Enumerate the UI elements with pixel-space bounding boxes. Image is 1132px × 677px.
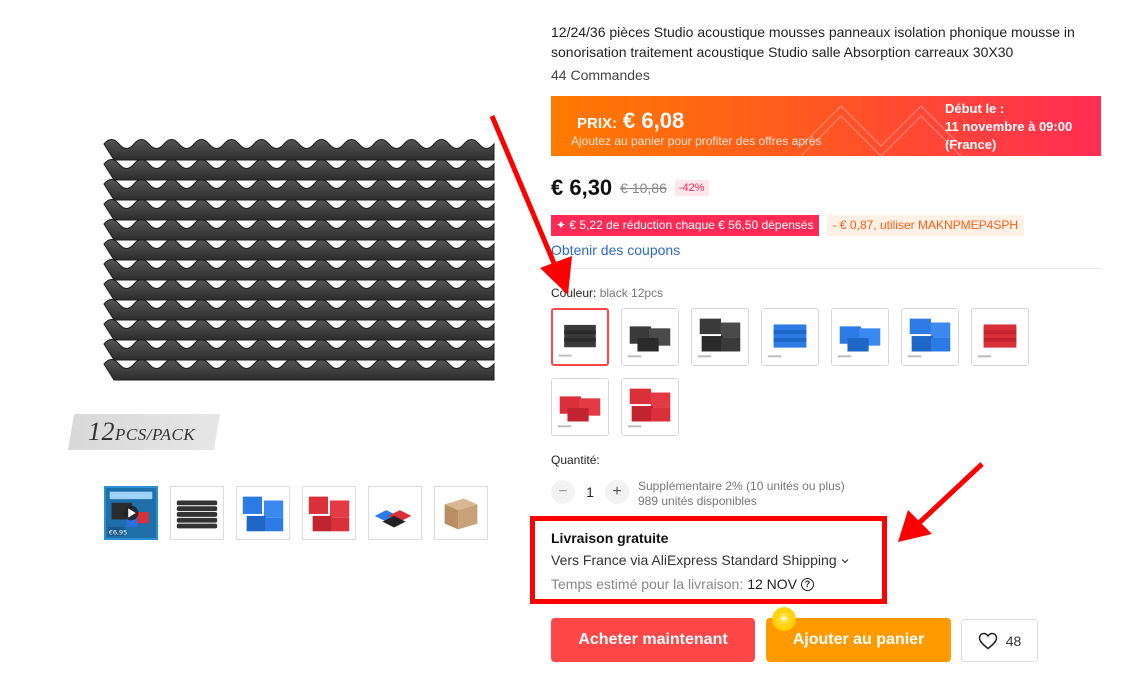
coupon-row: ✦ € 5,22 de réduction chaque € 56,50 dép… — [551, 215, 1024, 236]
promo-decoration — [801, 105, 961, 156]
promo-banner: PRIX: € 6,08 Ajoutez au panier pour prof… — [551, 96, 1101, 156]
foam-slab — [103, 139, 495, 161]
bulk-discount-info: Supplémentaire 2% (10 unités ou plus) — [638, 479, 845, 493]
color-label-text: Couleur: — [551, 286, 597, 300]
buy-now-button[interactable]: Acheter maintenant — [551, 618, 755, 662]
foam-slab — [103, 299, 495, 321]
color-swatch-blue-12[interactable] — [761, 308, 819, 366]
promo-start-date: 11 novembre à 09:00 — [945, 119, 1073, 134]
promo-start-label: Début le : — [945, 101, 1005, 116]
wishlist-count: 48 — [1005, 632, 1022, 649]
color-swatch-black-24[interactable] — [621, 308, 679, 366]
current-price: € 6,30 — [551, 175, 613, 200]
sparkle-icon: ✦ — [772, 607, 796, 631]
pack-size-label: 12PCS/PACK — [68, 414, 220, 450]
promo-start-info: Début le : 11 novembre à 09:00 (France) — [945, 100, 1072, 154]
quantity-increase-button[interactable]: + — [605, 480, 629, 504]
thumbnail-strip: €6,95 — [104, 486, 488, 540]
foam-slab — [103, 179, 495, 201]
thumbnail-box[interactable] — [434, 486, 488, 540]
foam-slab — [103, 359, 495, 381]
color-swatch-blue-24[interactable] — [831, 308, 889, 366]
store-coupon-badge[interactable]: ✦ € 5,22 de réduction chaque € 56,50 dép… — [551, 215, 819, 236]
color-swatch-red-24[interactable] — [551, 378, 609, 436]
thumbnail-price-tag: €6,95 — [109, 528, 128, 536]
foam-slab — [103, 199, 495, 221]
annotation-arrow-shipping — [898, 462, 984, 542]
foam-slab — [103, 159, 495, 181]
promo-start-region: (France) — [945, 137, 997, 152]
color-swatch-red-36[interactable] — [621, 378, 679, 436]
color-label: Couleur: black 12pcs — [551, 286, 663, 300]
quantity-decrease-button[interactable]: − — [551, 480, 575, 504]
thumbnail-blue[interactable] — [236, 486, 290, 540]
color-swatch-blue-36[interactable] — [901, 308, 959, 366]
pack-count: 12 — [88, 417, 115, 446]
foam-slab — [103, 319, 495, 341]
foam-slab — [103, 259, 495, 281]
color-swatches — [551, 308, 1041, 436]
product-title: 12/24/36 pièces Studio acoustique mousse… — [551, 24, 1075, 60]
thumbnail-video[interactable]: €6,95 — [104, 486, 158, 540]
quantity-info: Supplémentaire 2% (10 unités ou plus) 98… — [638, 479, 845, 509]
color-swatch-red-12[interactable] — [971, 308, 1029, 366]
divider — [551, 268, 1101, 269]
quantity-stepper: − 1 + — [551, 480, 629, 504]
thumbnail-colors[interactable] — [368, 486, 422, 540]
promo-price-value: € 6,08 — [623, 108, 685, 133]
color-swatch-black-36[interactable] — [691, 308, 749, 366]
stock-info: 989 unités disponibles — [638, 494, 757, 508]
code-coupon-badge[interactable]: - € 0,87, utiliser MAKNPMEP4SPH — [826, 215, 1024, 236]
original-price: € 10,86 — [620, 180, 667, 196]
thumbnail-red[interactable] — [302, 486, 356, 540]
quantity-value[interactable]: 1 — [575, 484, 605, 500]
pack-unit: PCS/PACK — [115, 425, 196, 444]
get-coupons-link[interactable]: Obtenir des coupons — [551, 242, 680, 258]
heart-icon — [978, 632, 997, 649]
orders-count: 44 Commandes — [551, 67, 650, 83]
foam-slab — [103, 279, 495, 301]
wishlist-button[interactable]: 48 — [961, 619, 1038, 662]
foam-slab — [103, 339, 495, 361]
annotation-highlight-box — [530, 516, 887, 604]
quantity-label: Quantité: — [551, 453, 600, 467]
foam-stack-image — [103, 139, 495, 381]
discount-badge: -42% — [674, 180, 709, 196]
promo-subtitle: Ajoutez au panier pour profiter des offr… — [571, 134, 822, 148]
foam-slab — [103, 239, 495, 261]
thumbnail-black[interactable] — [170, 486, 224, 540]
price-row: € 6,30 € 10,86 -42% — [551, 175, 709, 201]
foam-slab — [103, 219, 495, 241]
color-selected-value: black 12pcs — [599, 286, 664, 300]
main-product-image[interactable] — [64, 84, 509, 464]
promo-price-label: PRIX: — [577, 115, 618, 132]
color-swatch-black-12[interactable] — [551, 308, 609, 366]
